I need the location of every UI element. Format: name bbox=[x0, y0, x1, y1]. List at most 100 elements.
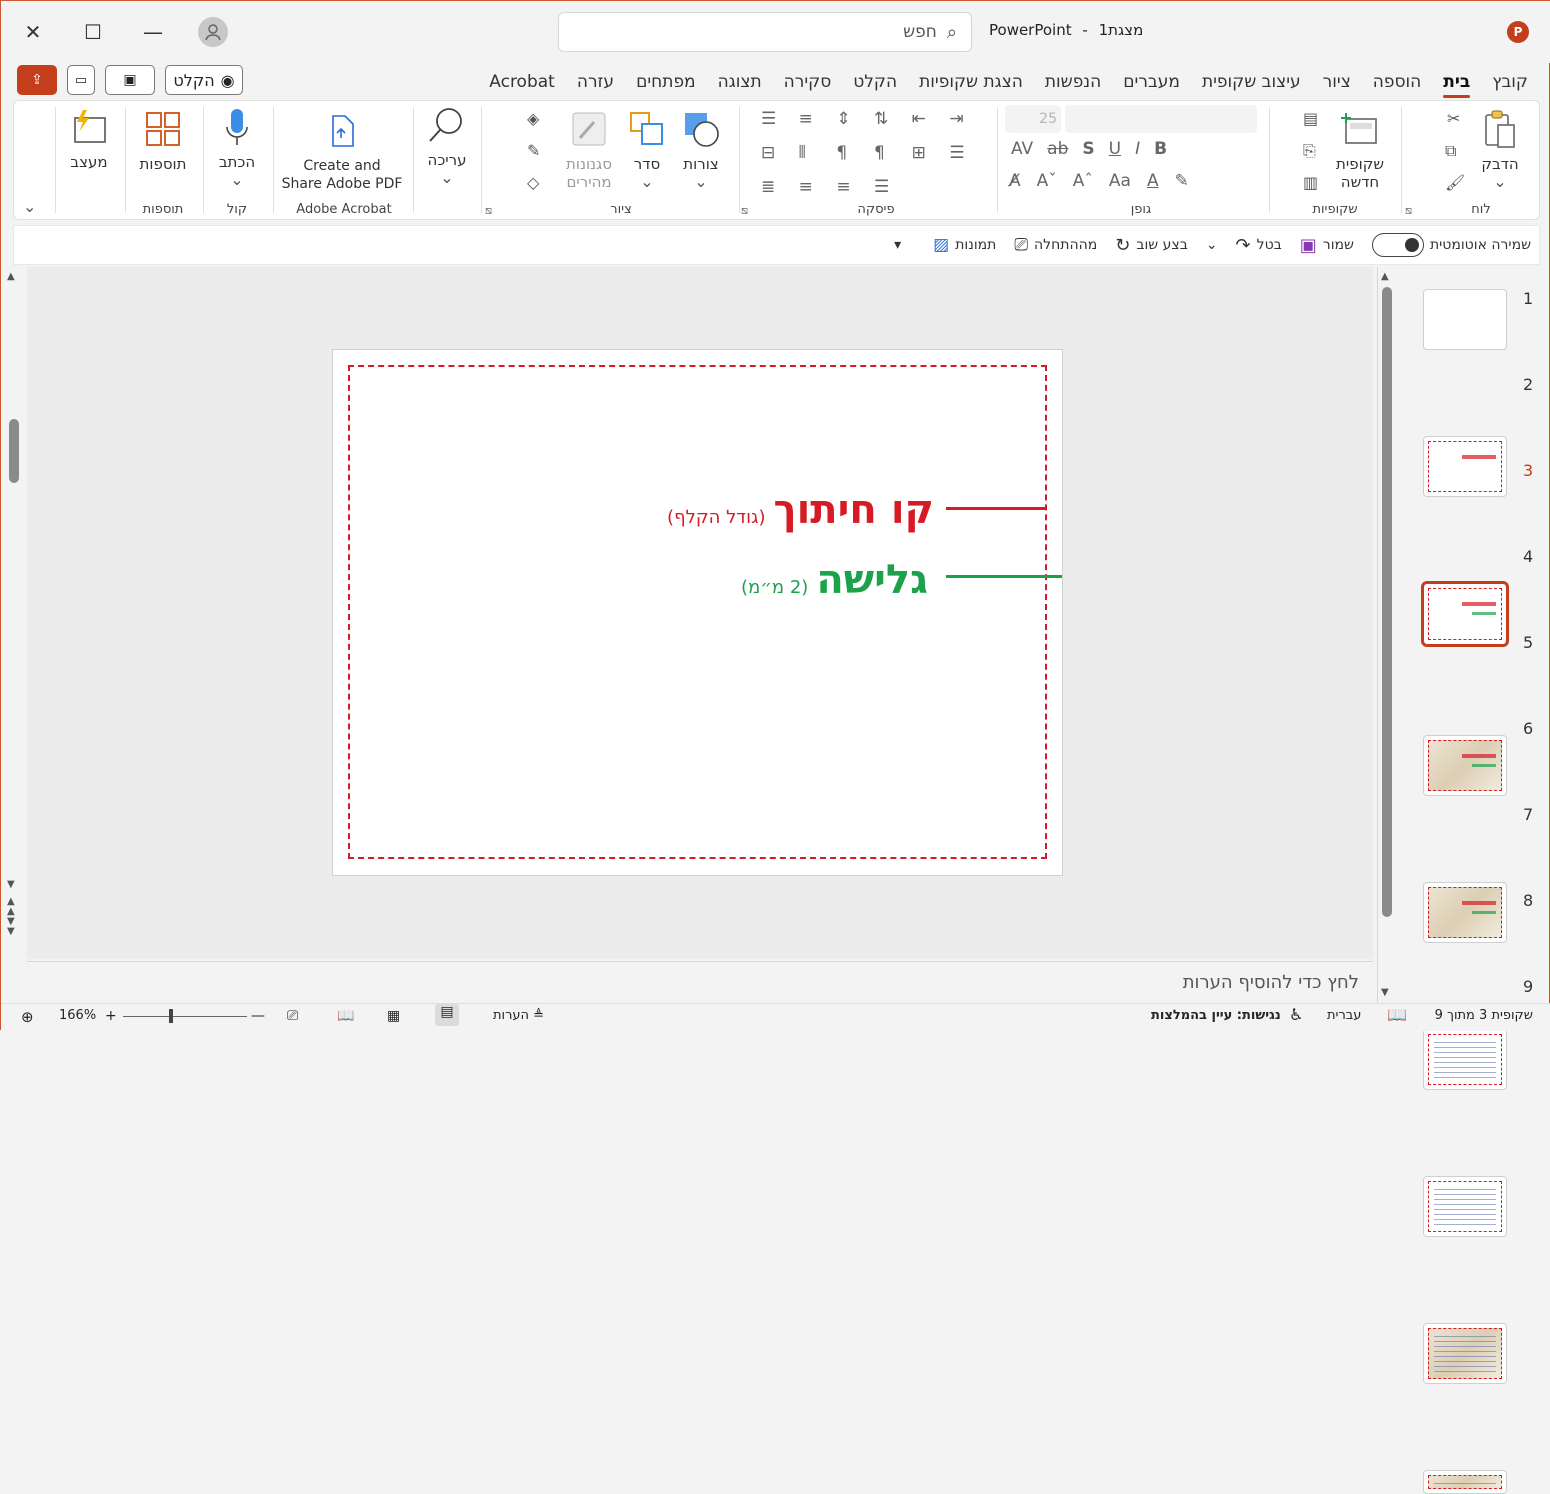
save-button[interactable]: שמור ▣ bbox=[1300, 235, 1354, 256]
notes-button[interactable]: הערות ≜ bbox=[493, 1008, 544, 1023]
addins-button[interactable]: תוספות bbox=[133, 109, 193, 173]
slide-thumbnail[interactable] bbox=[1423, 1470, 1507, 1494]
align-left-icon[interactable]: ≡ bbox=[836, 177, 874, 199]
font-name-combo[interactable] bbox=[1065, 105, 1257, 133]
undo-button[interactable]: בטל ↷ bbox=[1236, 235, 1282, 256]
decrease-font-icon[interactable]: Aˇ bbox=[1037, 171, 1057, 191]
convert-smartart-icon[interactable]: ⊞ bbox=[912, 143, 950, 165]
autosave-toggle[interactable]: שמירה אוטומטית bbox=[1371, 233, 1531, 257]
from-beginning-button[interactable]: מההתחלה ⎚ bbox=[1014, 235, 1097, 255]
clear-format-icon[interactable]: A̸ bbox=[1009, 171, 1021, 191]
arrange-button[interactable]: סדר ⌄ bbox=[625, 109, 669, 191]
slide-thumbnail[interactable] bbox=[1423, 289, 1507, 350]
shapes-button[interactable]: צורות ⌄ bbox=[679, 109, 723, 191]
section-icon[interactable]: ▥ bbox=[1303, 173, 1318, 192]
share-button[interactable]: ⇪ bbox=[17, 65, 57, 95]
slide-thumbnail[interactable] bbox=[1423, 1029, 1507, 1090]
next-slide-icon[interactable]: ▼ ▼ bbox=[7, 917, 15, 937]
layout-icon[interactable]: ▤ bbox=[1303, 109, 1318, 128]
shadow-icon[interactable]: S bbox=[1082, 139, 1094, 159]
font-color-icon[interactable]: A bbox=[1147, 171, 1159, 191]
scroll-down-icon[interactable]: ▼ bbox=[7, 879, 15, 890]
dialog-launcher-icon[interactable]: ⧅ bbox=[485, 204, 492, 218]
slide-thumbnail[interactable] bbox=[1421, 581, 1509, 647]
char-spacing-icon[interactable]: AV bbox=[1011, 139, 1033, 159]
close-icon[interactable]: ✕ bbox=[11, 10, 55, 54]
underline-icon[interactable]: U bbox=[1109, 139, 1121, 159]
zoom-in-icon[interactable]: + bbox=[105, 1008, 117, 1024]
tab-9[interactable]: סקירה bbox=[773, 72, 843, 92]
bullets-icon[interactable]: ☰ bbox=[761, 109, 799, 131]
notes-pane[interactable]: לחץ כדי להוסיף הערות bbox=[27, 961, 1373, 1003]
thumbs-scrollbar[interactable] bbox=[1382, 287, 1392, 917]
designer-button[interactable]: מעצב bbox=[63, 107, 115, 171]
strikethrough-icon[interactable]: ab bbox=[1047, 139, 1068, 159]
line-spacing-icon[interactable]: ⇕ bbox=[836, 109, 874, 131]
align-right-icon[interactable]: ☰ bbox=[949, 143, 987, 165]
paste-button[interactable]: הדבק ⌄ bbox=[1475, 109, 1525, 191]
slide-thumbnail[interactable] bbox=[1423, 735, 1507, 796]
tab-10[interactable]: תצוגה bbox=[707, 72, 773, 92]
reset-icon[interactable]: ⎘ bbox=[1303, 141, 1316, 161]
format-painter-icon[interactable]: 🖌 bbox=[1445, 173, 1465, 192]
distribute-icon[interactable]: ☰ bbox=[874, 177, 912, 199]
tab-8[interactable]: הקלט bbox=[842, 72, 908, 92]
align-text-icon[interactable]: ⊟ bbox=[761, 143, 799, 165]
slide-thumbnail[interactable] bbox=[1423, 436, 1507, 497]
fit-slide-icon[interactable]: ⊕ bbox=[21, 1008, 34, 1026]
slideshow-icon[interactable]: ⎚ bbox=[287, 1008, 298, 1024]
account-avatar[interactable] bbox=[198, 17, 228, 47]
font-size-combo[interactable]: 25 bbox=[1005, 105, 1061, 133]
columns-icon[interactable]: ⫴ bbox=[799, 143, 837, 165]
change-case-icon[interactable]: Aa bbox=[1109, 171, 1131, 191]
reading-view-icon[interactable]: 📖 bbox=[337, 1008, 354, 1024]
bold-icon[interactable]: B bbox=[1154, 139, 1167, 159]
tab-0[interactable]: קובץ bbox=[1481, 72, 1539, 92]
shape-effects-icon[interactable]: ◇ bbox=[527, 173, 539, 192]
quick-styles-button[interactable]: סגנונות מהירים bbox=[559, 109, 619, 191]
maximize-icon[interactable]: ☐ bbox=[71, 10, 115, 54]
slide-sorter-icon[interactable]: ▦ bbox=[387, 1008, 400, 1024]
tab-1[interactable]: בית bbox=[1432, 72, 1481, 98]
record-button[interactable]: הקלט ◉ bbox=[165, 65, 243, 95]
text-direction-icon[interactable]: ⇅ bbox=[874, 109, 912, 131]
tab-12[interactable]: עזרה bbox=[566, 72, 625, 92]
tab-4[interactable]: עיצוב שקופית bbox=[1191, 72, 1312, 92]
scroll-up-icon[interactable]: ▲ bbox=[7, 271, 15, 282]
zoom-slider-thumb[interactable] bbox=[169, 1009, 173, 1023]
cut-line-label[interactable]: קו חיתוך (גודל הקלף) bbox=[667, 487, 934, 533]
zoom-slider[interactable] bbox=[123, 1016, 247, 1017]
search-box[interactable]: חפש ⌕ bbox=[558, 12, 972, 52]
tab-6[interactable]: הנפשות bbox=[1034, 72, 1112, 92]
copy-icon[interactable]: ⧉ bbox=[1445, 141, 1456, 161]
justify-icon[interactable]: ≣ bbox=[761, 177, 799, 199]
ltr-icon[interactable]: ¶ bbox=[874, 143, 912, 165]
dialog-launcher-icon[interactable]: ⧅ bbox=[1405, 204, 1412, 218]
new-slide-button[interactable]: שקופית חדשה bbox=[1327, 109, 1393, 191]
chevron-down-icon[interactable]: ⌄ bbox=[1206, 237, 1218, 253]
highlight-icon[interactable]: ✎ bbox=[1175, 171, 1189, 191]
language-indicator[interactable]: עברית bbox=[1327, 1008, 1361, 1023]
normal-view-icon[interactable]: ▤ bbox=[435, 1004, 459, 1026]
tab-11[interactable]: מפתחים bbox=[625, 72, 707, 92]
tab-5[interactable]: מעברים bbox=[1112, 72, 1191, 92]
tab-2[interactable]: הוספה bbox=[1362, 72, 1433, 92]
bleed-label[interactable]: גלישה (2 מ״מ) bbox=[741, 557, 928, 603]
italic-icon[interactable]: I bbox=[1135, 139, 1140, 159]
dialog-launcher-icon[interactable]: ⧅ bbox=[741, 204, 748, 218]
accessibility-icon[interactable]: ♿ bbox=[1289, 1005, 1303, 1024]
previous-slide-icon[interactable]: ▲ ▲ bbox=[7, 897, 15, 917]
editing-button[interactable]: עריכה ⌄ bbox=[421, 105, 473, 187]
shape-outline-icon[interactable]: ✎ bbox=[527, 141, 540, 160]
horizontal-scroll-thumb[interactable] bbox=[9, 419, 19, 483]
slide-thumbnail[interactable] bbox=[1423, 1323, 1507, 1384]
numbering-icon[interactable]: ≡ bbox=[799, 109, 837, 131]
create-share-pdf-button[interactable]: Create and Share Adobe PDF bbox=[279, 111, 405, 193]
rtl-icon[interactable]: ¶ bbox=[836, 143, 874, 165]
collapse-ribbon-icon[interactable]: ⌄ bbox=[23, 197, 36, 216]
tab-7[interactable]: הצגת שקופיות bbox=[908, 72, 1034, 92]
cut-icon[interactable]: ✂ bbox=[1447, 109, 1460, 128]
increase-font-icon[interactable]: Aˆ bbox=[1073, 171, 1093, 191]
align-center-icon[interactable]: ≡ bbox=[799, 177, 837, 199]
minimize-icon[interactable]: — bbox=[131, 10, 175, 54]
